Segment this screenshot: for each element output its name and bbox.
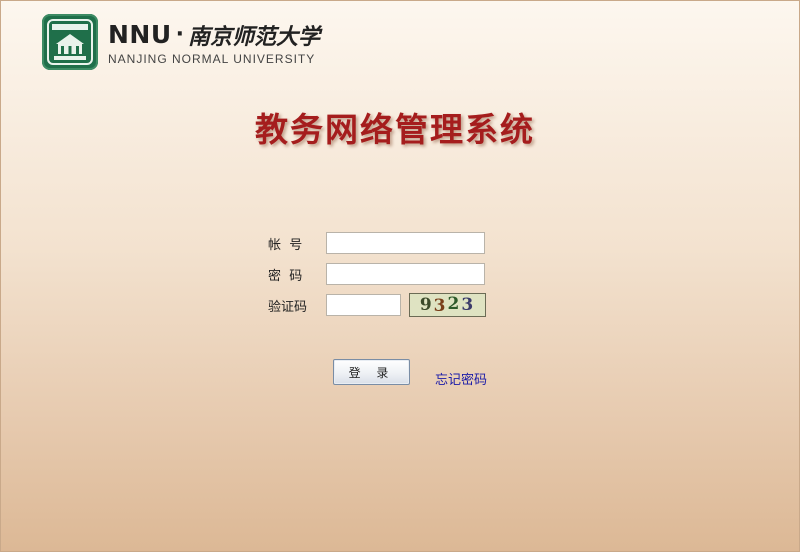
account-input[interactable] — [326, 232, 485, 254]
account-row: 帐 号 — [268, 231, 485, 255]
password-row: 密 码 — [268, 262, 485, 286]
logo-separator: · — [175, 22, 185, 47]
captcha-char: 2 — [447, 294, 462, 314]
forgot-password-link[interactable]: 忘记密码 — [435, 369, 487, 388]
captcha-image[interactable]: 9 3 2 3 — [409, 293, 486, 317]
password-label: 密 码 — [268, 268, 303, 284]
captcha-char: 3 — [433, 296, 448, 316]
university-emblem-icon — [42, 14, 98, 70]
captcha-input[interactable] — [326, 294, 401, 316]
login-button[interactable]: 登 录 — [333, 359, 410, 385]
account-label: 帐 号 — [268, 237, 303, 253]
captcha-char: 9 — [419, 295, 434, 315]
university-logo: NNU · 南京师范大学 NANJING NORMAL UNIVERSITY — [42, 14, 320, 70]
logo-text: NNU · 南京师范大学 NANJING NORMAL UNIVERSITY — [108, 19, 320, 66]
logo-abbreviation: NNU — [108, 20, 172, 49]
logo-chinese-name: 南京师范大学 — [188, 23, 321, 50]
captcha-row: 验证码 9 3 2 3 — [268, 293, 486, 317]
password-input[interactable] — [326, 263, 485, 285]
captcha-char: 3 — [461, 295, 476, 315]
logo-top-line: NNU · 南京师范大学 — [108, 19, 320, 51]
captcha-label: 验证码 — [268, 299, 308, 315]
system-title: 教务网络管理系统 — [255, 110, 535, 149]
logo-english-name: NANJING NORMAL UNIVERSITY — [108, 51, 316, 66]
